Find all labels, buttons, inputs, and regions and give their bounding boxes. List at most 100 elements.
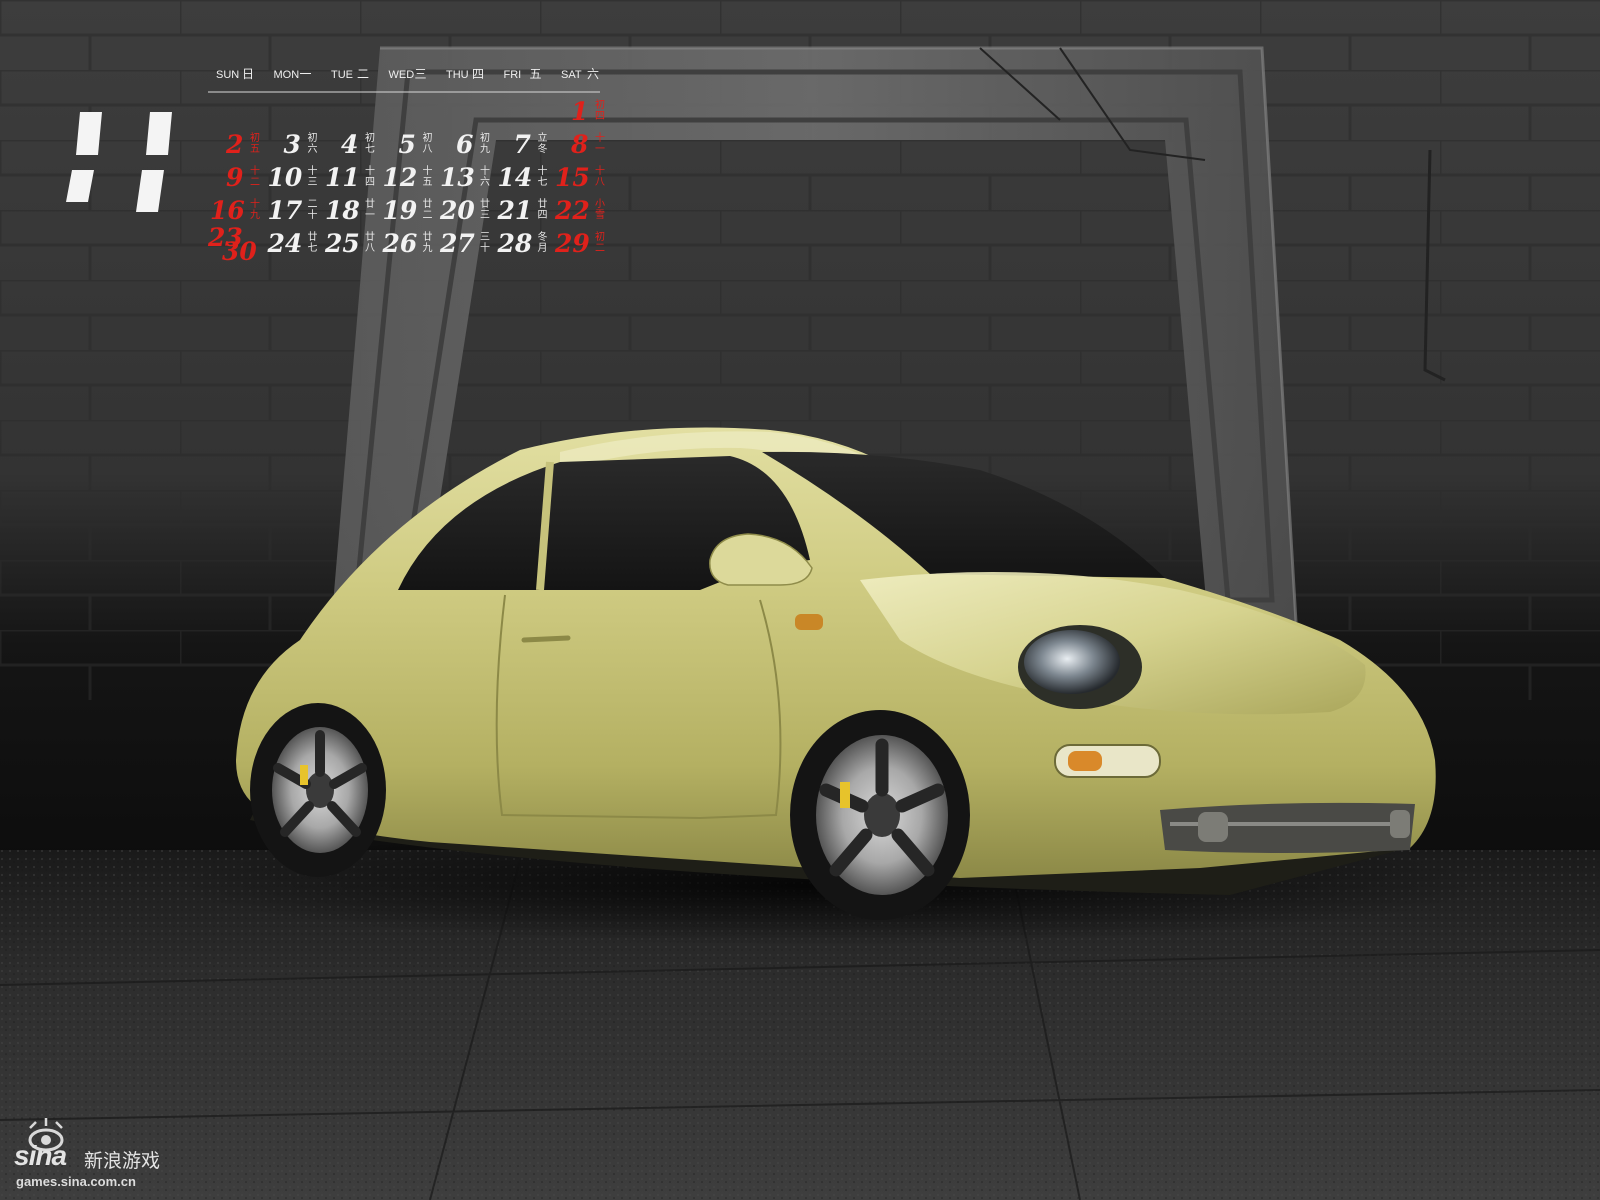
sina-games-label: 新浪游戏: [84, 1150, 161, 1172]
lunar-date-26-0: 廿: [423, 231, 433, 243]
lunar-date-1-0: 初: [595, 98, 605, 111]
lunar-date-20-0: 廿: [480, 198, 490, 210]
day-7: 7: [514, 130, 532, 159]
lunar-date-13-0: 十: [480, 164, 490, 177]
lunar-date-22-1: 雪: [595, 209, 605, 221]
lunar-date-12-1: 五: [423, 177, 433, 188]
day-24: 24: [267, 229, 303, 258]
day-21: 21: [497, 196, 533, 225]
weekday-cn-sun: 日: [242, 67, 254, 81]
day-22: 22: [554, 196, 590, 225]
lunar-date-5-0: 初: [423, 131, 433, 144]
day-3: 3: [284, 130, 301, 159]
lunar-date-3-1: 六: [308, 143, 318, 155]
day-26: 26: [382, 229, 418, 258]
lunar-date-11-0: 十: [365, 164, 375, 177]
lunar-date-19-1: 二: [423, 210, 433, 221]
day-14: 14: [498, 163, 533, 192]
day-8: 8: [570, 130, 588, 159]
sina-url: games.sina.com.cn: [16, 1174, 136, 1189]
lunar-date-10-1: 三: [308, 177, 318, 188]
lunar-date-29-1: 二: [595, 243, 605, 254]
lunar-date-28-0: 冬: [538, 230, 548, 243]
weekday-cn-mon: 一: [300, 67, 312, 81]
lunar-date-7-1: 冬: [538, 142, 548, 155]
lunar-date-17-1: 十: [308, 208, 318, 221]
lunar-date-7-0: 立: [538, 131, 548, 144]
day-17: 17: [268, 196, 303, 225]
day-28: 28: [497, 229, 533, 258]
lunar-date-6-0: 初: [480, 131, 490, 144]
lunar-date-26-1: 九: [423, 242, 433, 254]
weekday-cn-sat: 六: [587, 67, 599, 81]
lunar-date-24-0: 廿: [308, 231, 318, 243]
day-10: 10: [268, 163, 303, 192]
sina-brand: sina: [14, 1140, 67, 1171]
day-11: 11: [325, 163, 360, 192]
calendar-overlay: 11 SUN 日 MON 一 TUE 二 WED 三 THU 四 FRI 五 SAT 六 1 初四2 初五 3 初…: [66, 67, 605, 266]
lunar-date-9-0: 十: [250, 164, 260, 177]
lunar-date-16-1: 九: [250, 209, 260, 221]
lunar-date-9-1: 二: [250, 177, 260, 188]
lunar-date-18-1: 一: [365, 210, 375, 221]
day-13: 13: [440, 163, 475, 192]
day-18: 18: [325, 196, 360, 225]
lunar-date-14-0: 十: [538, 164, 548, 177]
lunar-date-27-1: 十: [480, 241, 490, 254]
day-16: 16: [210, 196, 245, 225]
day-25: 25: [324, 229, 360, 258]
weekday-cn-wed: 三: [415, 67, 427, 81]
day-20: 20: [439, 196, 475, 225]
lunar-date-12-0: 十: [423, 164, 433, 177]
calendar-days: 1 初四2 初五 3 初六 4 初七 5 初八 6 初九 7 立冬 8 十一9 十二 10 十三 11 十四 12 十五 1…: [207, 97, 605, 266]
lunar-date-2-1: 五: [250, 144, 260, 155]
weekday-mon: MON: [274, 69, 300, 81]
lunar-date-14-1: 七: [538, 176, 548, 188]
day-29: 29: [554, 229, 590, 258]
weekday-sat: SAT: [561, 69, 582, 81]
lunar-date-28-1: 月: [538, 242, 548, 254]
weekday-header: SUN 日 MON 一 TUE 二 WED 三 THU 四 FRI 五 SAT 六: [216, 67, 599, 81]
lunar-date-13-1: 六: [480, 176, 490, 188]
lunar-date-24-1: 七: [308, 242, 318, 254]
day-6: 6: [456, 130, 473, 159]
lunar-date-6-1: 九: [480, 143, 490, 155]
lunar-date-15-1: 八: [595, 177, 605, 188]
lunar-date-11-1: 四: [365, 177, 375, 188]
day-4: 4: [341, 130, 358, 159]
day-15: 15: [555, 163, 590, 192]
lunar-date-5-1: 八: [423, 144, 433, 155]
day-30: 30: [222, 237, 257, 266]
weekday-cn-tue: 二: [357, 67, 369, 81]
lunar-date-4-0: 初: [365, 131, 375, 144]
weekday-cn-thu: 四: [472, 67, 484, 81]
weekday-wed: WED: [389, 69, 415, 81]
lunar-date-20-1: 三: [480, 210, 490, 221]
day-1: 1: [571, 97, 588, 126]
lunar-date-16-0: 十: [250, 197, 260, 210]
lunar-date-3-0: 初: [308, 131, 318, 144]
lunar-date-25-0: 廿: [365, 231, 375, 243]
day-5: 5: [399, 130, 416, 159]
day-2: 2: [225, 130, 243, 159]
month-numeral: [66, 112, 172, 212]
lunar-date-19-0: 廿: [423, 198, 433, 210]
weekday-cn-fri: 五: [530, 67, 542, 81]
lunar-date-8-0: 十: [595, 131, 605, 144]
lunar-date-29-0: 初: [595, 230, 605, 243]
lunar-date-2-0: 初: [250, 131, 260, 144]
lunar-date-21-0: 廿: [538, 198, 548, 210]
weekday-thu: THU: [446, 69, 469, 81]
lunar-date-1-1: 四: [595, 111, 605, 122]
lunar-date-4-1: 七: [365, 143, 375, 155]
day-27: 27: [439, 229, 475, 258]
lunar-date-8-1: 一: [595, 144, 605, 155]
sina-watermark: sina 新浪游戏 games.sina.com.cn: [12, 1140, 272, 1190]
day-9: 9: [226, 163, 243, 192]
lunar-date-18-0: 廿: [365, 198, 375, 210]
lunar-date-22-0: 小: [595, 198, 605, 210]
lunar-date-25-1: 八: [365, 243, 375, 254]
day-19: 19: [383, 196, 418, 225]
lunar-date-10-0: 十: [308, 164, 318, 177]
lunar-date-15-0: 十: [595, 164, 605, 177]
